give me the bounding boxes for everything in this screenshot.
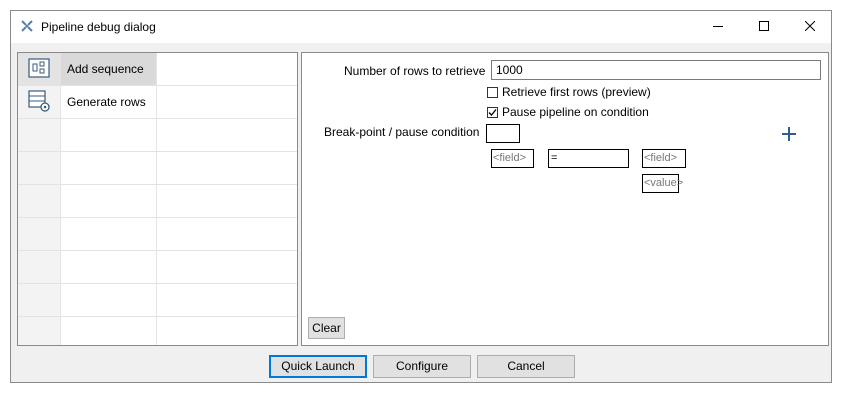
- retrieve-first-rows-checkbox[interactable]: [487, 86, 498, 98]
- pause-on-condition-option[interactable]: Pause pipeline on condition: [487, 105, 649, 119]
- break-point-condition-label: Break-point / pause condition: [324, 125, 480, 139]
- transform-row-add-sequence[interactable]: Add sequence: [18, 53, 297, 86]
- pipeline-cross-icon: [20, 19, 34, 33]
- transform-label: Generate rows: [61, 86, 157, 118]
- generate-rows-icon: [27, 89, 51, 116]
- empty-row: [18, 251, 297, 284]
- pause-on-condition-checkbox[interactable]: [487, 106, 498, 118]
- empty-row: [18, 317, 297, 345]
- empty-row: [18, 218, 297, 251]
- cancel-button[interactable]: Cancel: [477, 355, 575, 378]
- right-value-input[interactable]: <value>: [642, 174, 683, 193]
- condition-negate-box[interactable]: [486, 124, 520, 143]
- empty-row: [18, 119, 297, 152]
- add-sequence-icon: [28, 57, 50, 81]
- minimize-icon: [713, 20, 723, 34]
- transform-list: Add sequence Generate rows: [17, 52, 298, 346]
- configure-button[interactable]: Configure: [373, 355, 471, 378]
- transform-label: Add sequence: [61, 53, 157, 85]
- right-field-selector[interactable]: <field>: [642, 149, 686, 168]
- pause-on-condition-label: Pause pipeline on condition: [502, 105, 649, 119]
- rows-to-retrieve-label: Number of rows to retrieve: [344, 64, 486, 78]
- dialog-window: Pipeline debug dialog Add sequence Gener…: [10, 10, 832, 383]
- empty-row: [18, 185, 297, 218]
- operator-selector[interactable]: =: [548, 149, 629, 168]
- empty-row: [18, 152, 297, 185]
- close-button[interactable]: [787, 11, 833, 43]
- clear-button[interactable]: Clear: [308, 317, 345, 339]
- maximize-button[interactable]: [741, 11, 787, 43]
- plus-icon[interactable]: [781, 126, 797, 142]
- debug-options-panel: Number of rows to retrieve 1000 Retrieve…: [301, 52, 829, 346]
- minimize-button[interactable]: [695, 11, 741, 43]
- quick-launch-button[interactable]: Quick Launch: [269, 355, 367, 378]
- title-bar[interactable]: Pipeline debug dialog: [11, 11, 831, 43]
- close-icon: [804, 20, 816, 34]
- left-field-selector[interactable]: <field>: [491, 149, 534, 168]
- retrieve-first-rows-label: Retrieve first rows (preview): [502, 85, 651, 99]
- empty-row: [18, 284, 297, 317]
- checkmark-icon: [488, 108, 497, 116]
- transform-row-generate-rows[interactable]: Generate rows: [18, 86, 297, 119]
- retrieve-first-rows-option[interactable]: Retrieve first rows (preview): [487, 85, 651, 99]
- rows-to-retrieve-input[interactable]: 1000: [491, 60, 821, 80]
- maximize-icon: [759, 20, 769, 34]
- window-title: Pipeline debug dialog: [41, 20, 156, 34]
